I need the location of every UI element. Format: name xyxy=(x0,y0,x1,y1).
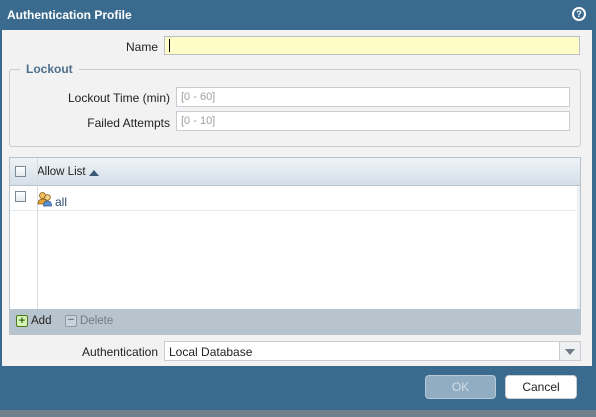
minus-icon: − xyxy=(65,315,77,327)
select-all-checkbox[interactable] xyxy=(15,166,26,177)
authentication-select[interactable]: Local Database xyxy=(164,341,581,361)
sort-ascending-icon[interactable] xyxy=(89,170,99,176)
failed-attempts-label: Failed Attempts xyxy=(87,116,170,130)
users-icon xyxy=(37,192,52,207)
authentication-value: Local Database xyxy=(169,345,253,359)
delete-button[interactable]: − Delete xyxy=(65,315,113,327)
name-input[interactable] xyxy=(164,36,580,55)
lockout-time-input[interactable]: [0 - 60] xyxy=(176,87,570,107)
text-caret xyxy=(169,39,170,52)
lockout-fieldset: Lockout xyxy=(9,62,581,147)
allow-list-header: Allow List xyxy=(10,158,580,186)
lockout-time-label: Lockout Time (min) xyxy=(67,91,170,105)
lockout-time-placeholder: [0 - 60] xyxy=(181,91,216,103)
allow-list-column-header[interactable]: Allow List xyxy=(37,166,86,178)
add-button[interactable]: + Add xyxy=(16,315,51,327)
allow-list-toolbar: + Add − Delete xyxy=(10,309,580,334)
allow-list-grid: Allow List all + Add − Delete xyxy=(9,157,581,335)
lockout-legend: Lockout xyxy=(20,62,79,76)
row-divider xyxy=(10,210,580,211)
dropdown-toggle[interactable] xyxy=(559,342,580,360)
failed-attempts-placeholder: [0 - 10] xyxy=(181,115,216,127)
vertical-scrollbar[interactable] xyxy=(577,186,580,309)
ok-button[interactable]: OK xyxy=(425,375,496,399)
chevron-down-icon xyxy=(565,349,575,355)
dialog-button-bar: OK Cancel xyxy=(0,366,596,410)
help-icon[interactable]: ? xyxy=(572,7,586,21)
failed-attempts-input[interactable]: [0 - 10] xyxy=(176,111,570,131)
delete-label: Delete xyxy=(80,315,114,327)
row-label: all xyxy=(55,195,68,209)
window-bottom-edge xyxy=(0,410,596,417)
plus-icon: + xyxy=(16,315,28,327)
dialog-titlebar: Authentication Profile ? xyxy=(0,0,596,30)
cancel-button[interactable]: Cancel xyxy=(505,375,577,399)
row-checkbox[interactable] xyxy=(15,191,26,202)
dialog-frame-right xyxy=(592,30,596,366)
column-separator xyxy=(37,158,38,309)
name-label: Name xyxy=(125,40,158,54)
authentication-label: Authentication xyxy=(81,345,158,359)
add-label: Add xyxy=(31,315,52,327)
dialog-title: Authentication Profile xyxy=(7,8,132,22)
